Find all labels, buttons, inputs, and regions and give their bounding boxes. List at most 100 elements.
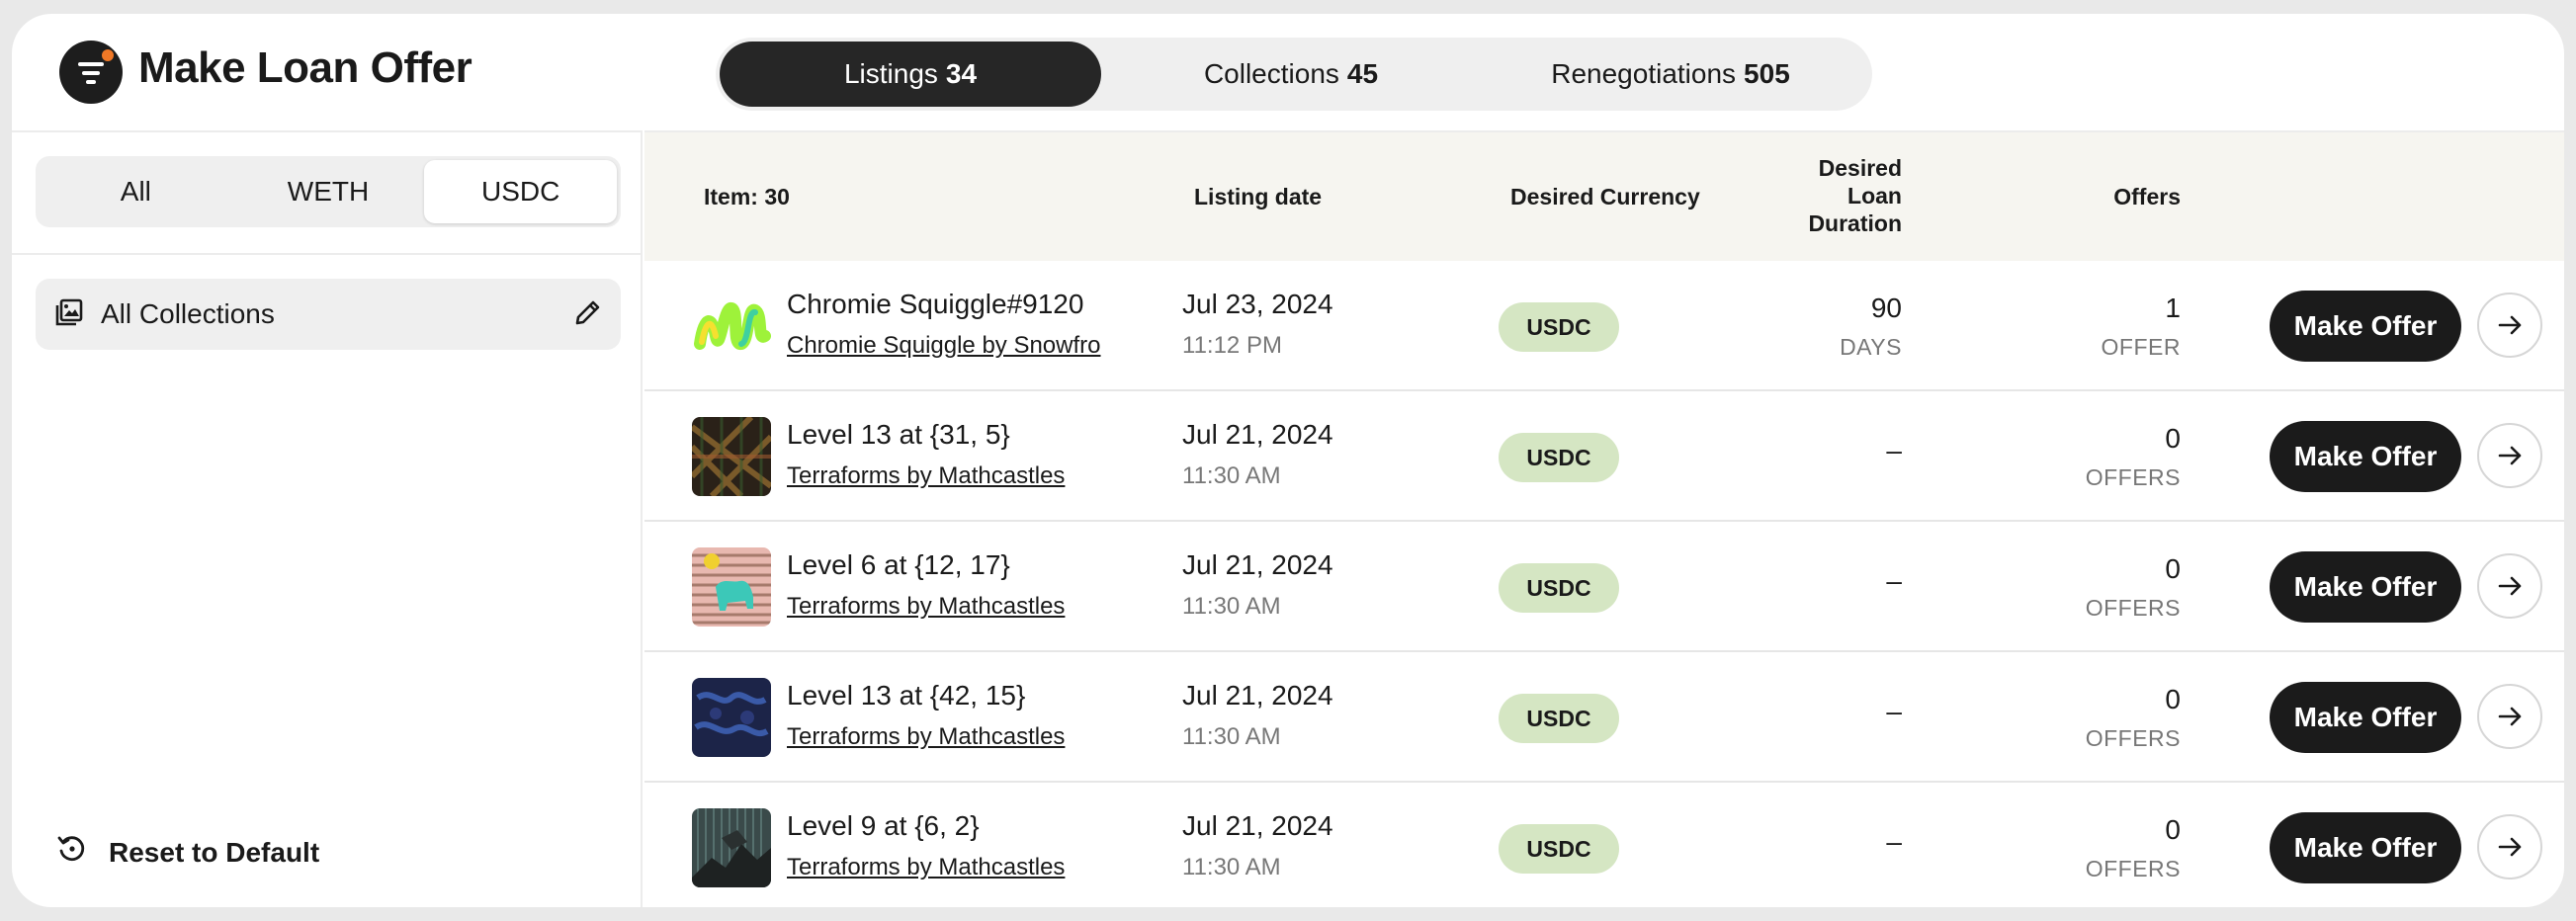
arrow-right-icon[interactable] <box>2477 684 2542 749</box>
item-name: Level 13 at {42, 15} <box>787 680 1026 711</box>
nft-thumbnail <box>692 808 771 887</box>
notification-dot <box>102 49 114 61</box>
listing-time: 11:30 AM <box>1182 854 1281 880</box>
listing-time: 11:30 AM <box>1182 593 1281 620</box>
table-row[interactable]: Level 9 at {6, 2} Terraforms by Mathcast… <box>644 783 2564 907</box>
make-offer-button[interactable]: Make Offer <box>2270 812 2461 883</box>
currency-badge: USDC <box>1499 302 1619 352</box>
offers-unit: OFFERS <box>2085 856 2181 881</box>
listing-time: 11:12 PM <box>1182 332 1282 359</box>
offers-unit: OFFER <box>2101 334 2181 360</box>
make-offer-button[interactable]: Make Offer <box>2270 421 2461 492</box>
tab-count: 45 <box>1346 58 1379 89</box>
offers-count: 0 <box>2165 684 2181 714</box>
filter-sidebar: All WETH USDC All Collections Reset to D… <box>12 130 643 907</box>
col-duration-line: Desired <box>1818 155 1902 181</box>
col-listing-date[interactable]: Listing date <box>1194 184 1322 210</box>
gallery-icon <box>53 296 85 333</box>
make-offer-button[interactable]: Make Offer <box>2270 291 2461 362</box>
reset-label: Reset to Default <box>109 836 320 868</box>
arrow-right-icon[interactable] <box>2477 814 2542 879</box>
table-row[interactable]: Level 13 at {31, 5} Terraforms by Mathca… <box>644 391 2564 522</box>
currency-filter: All WETH USDC <box>36 156 621 227</box>
collection-filter[interactable]: All Collections <box>36 279 621 350</box>
item-name: Chromie Squiggle#9120 <box>787 289 1084 319</box>
table-header: Item: 30 Listing date Desired Currency D… <box>644 132 2564 261</box>
tab-listings[interactable]: Listings 34 <box>720 42 1101 107</box>
collection-link[interactable]: Terraforms by Mathcastles <box>787 462 1065 490</box>
tab-count: 34 <box>945 58 978 89</box>
collection-link[interactable]: Chromie Squiggle by Snowfro <box>787 332 1101 360</box>
duration-value: – <box>1886 826 1902 857</box>
header: Make Loan Offer Listings 34 Collections … <box>12 14 2564 130</box>
collection-link[interactable]: Terraforms by Mathcastles <box>787 723 1065 751</box>
item-name: Level 6 at {12, 17} <box>787 549 1010 580</box>
currency-usdc-button[interactable]: USDC <box>424 160 618 223</box>
col-duration[interactable]: Desired Loan Duration <box>1808 154 1902 237</box>
nft-thumbnail <box>692 417 771 496</box>
item-name: Level 9 at {6, 2} <box>787 810 980 841</box>
offers-unit: OFFERS <box>2085 595 2181 621</box>
loan-offer-window: Make Loan Offer Listings 34 Collections … <box>12 14 2564 907</box>
collection-filter-label: All Collections <box>101 298 275 329</box>
offers-count: 0 <box>2165 553 2181 584</box>
tab-renegotiations[interactable]: Renegotiations 505 <box>1481 42 1860 107</box>
item-name: Level 13 at {31, 5} <box>787 419 1010 450</box>
make-offer-button[interactable]: Make Offer <box>2270 551 2461 623</box>
duration-value: – <box>1886 565 1902 596</box>
col-duration-line: Loan <box>1847 183 1902 209</box>
listing-date: Jul 21, 2024 <box>1182 419 1333 450</box>
arrow-right-icon[interactable] <box>2477 423 2542 488</box>
col-item: Item: 30 <box>704 184 790 209</box>
collection-link[interactable]: Terraforms by Mathcastles <box>787 854 1065 881</box>
currency-badge: USDC <box>1499 433 1619 482</box>
currency-badge: USDC <box>1499 824 1619 874</box>
divider <box>12 253 641 255</box>
arrow-right-icon[interactable] <box>2477 293 2542 358</box>
offers-unit: OFFERS <box>2085 464 2181 490</box>
tab-label: Collections <box>1203 58 1339 89</box>
duration-value: 90 <box>1870 293 1902 323</box>
nft-thumbnail <box>692 547 771 627</box>
offers-unit: OFFERS <box>2085 725 2181 751</box>
currency-all-button[interactable]: All <box>40 160 232 223</box>
currency-badge: USDC <box>1499 563 1619 613</box>
currency-weth-button[interactable]: WETH <box>232 160 425 223</box>
col-offers[interactable]: Offers <box>2113 184 2181 210</box>
nft-thumbnail <box>692 678 771 757</box>
reset-button[interactable]: Reset to Default <box>55 832 319 873</box>
tab-collections[interactable]: Collections 45 <box>1101 42 1481 107</box>
table-row[interactable]: Level 6 at {12, 17} Terraforms by Mathca… <box>644 522 2564 652</box>
offers-count: 0 <box>2165 423 2181 454</box>
col-duration-line: Duration <box>1808 210 1902 236</box>
arrow-right-icon[interactable] <box>2477 553 2542 619</box>
listing-time: 11:30 AM <box>1182 723 1281 750</box>
listing-date: Jul 21, 2024 <box>1182 810 1333 841</box>
tab-label: Renegotiations <box>1551 58 1737 89</box>
collection-link[interactable]: Terraforms by Mathcastles <box>787 593 1065 621</box>
duration-value: – <box>1886 435 1902 465</box>
table-body: Chromie Squiggle#9120 Chromie Squiggle b… <box>644 261 2564 907</box>
duration-unit: DAYS <box>1840 334 1902 360</box>
col-currency: Desired Currency <box>1510 184 1700 209</box>
listing-date: Jul 23, 2024 <box>1182 289 1333 319</box>
tab-count: 505 <box>1744 58 1790 89</box>
make-offer-button[interactable]: Make Offer <box>2270 682 2461 753</box>
table-row[interactable]: Level 13 at {42, 15} Terraforms by Mathc… <box>644 652 2564 783</box>
listing-date: Jul 21, 2024 <box>1182 549 1333 580</box>
offers-count: 1 <box>2165 293 2181 323</box>
nft-thumbnail <box>692 287 771 366</box>
tab-bar: Listings 34 Collections 45 Renegotiation… <box>716 38 1872 111</box>
offers-count: 0 <box>2165 814 2181 845</box>
listing-date: Jul 21, 2024 <box>1182 680 1333 711</box>
table-row[interactable]: Chromie Squiggle#9120 Chromie Squiggle b… <box>644 261 2564 391</box>
currency-badge: USDC <box>1499 694 1619 743</box>
listings-table: Item: 30 Listing date Desired Currency D… <box>644 130 2564 907</box>
page-title: Make Loan Offer <box>138 43 472 92</box>
history-icon <box>55 832 89 873</box>
duration-value: – <box>1886 696 1902 726</box>
filter-icon <box>59 41 123 104</box>
listing-time: 11:30 AM <box>1182 462 1281 489</box>
pencil-icon[interactable] <box>573 297 603 332</box>
tab-label: Listings <box>843 58 938 89</box>
